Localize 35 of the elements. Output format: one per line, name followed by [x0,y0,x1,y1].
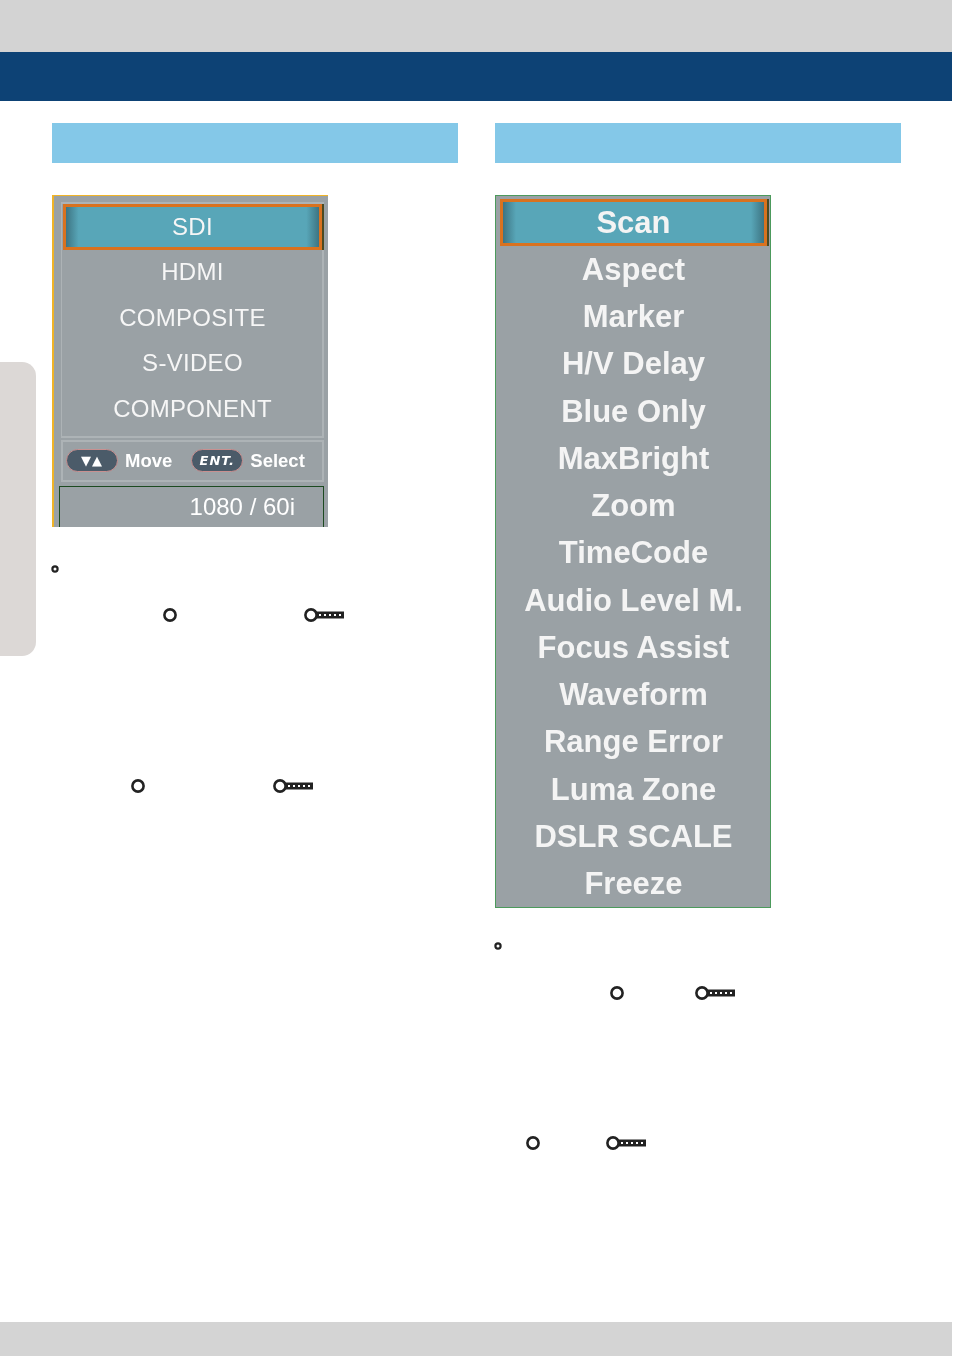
menu-item[interactable]: Focus Assist [500,624,767,672]
ring-icon [610,986,624,1000]
menu-item[interactable]: Range Error [500,718,767,766]
menu-item[interactable]: SDI [63,204,322,250]
menu-item[interactable]: Scan [500,199,767,247]
key-badge: ENT. [191,449,244,472]
hint-label: Move [125,449,173,472]
signal-status: 1080 / 60i [59,485,324,527]
menu-item[interactable]: COMPOSITE [63,295,322,341]
ring-icon [163,608,177,622]
menu-item[interactable]: H/V Delay [500,340,767,388]
menu-item[interactable]: Marker [500,293,767,341]
menu-item[interactable]: S-VIDEO [63,340,322,386]
ring-with-dotted-bar-icon [695,986,735,1000]
menu-item[interactable]: Freeze [500,860,767,908]
menu-item[interactable]: MaxBright [500,435,767,483]
menu-item[interactable]: COMPONENT [63,386,322,432]
ring-icon [131,779,145,793]
ring-with-dotted-bar-icon [606,1136,646,1150]
menu-item[interactable]: TimeCode [500,529,767,577]
key-badge: ▼▲ [66,449,118,472]
ring-icon [526,1136,540,1150]
menu-item[interactable]: DSLR SCALE [500,813,767,861]
bullet-icon [51,565,59,573]
ring-with-dotted-bar-icon [273,779,313,793]
menu-item[interactable]: Waveform [500,671,767,719]
menu-item[interactable]: Zoom [500,482,767,530]
menu-item[interactable]: Aspect [500,246,767,294]
menu-item[interactable]: Luma Zone [500,766,767,814]
bullet-icon [494,942,502,950]
menu-item[interactable]: Blue Only [500,388,767,436]
menu-item[interactable]: HDMI [63,249,322,295]
menu-item[interactable]: Audio Level M. [500,577,767,625]
hint-label: Select [250,449,305,472]
ring-with-dotted-bar-icon [304,608,344,622]
